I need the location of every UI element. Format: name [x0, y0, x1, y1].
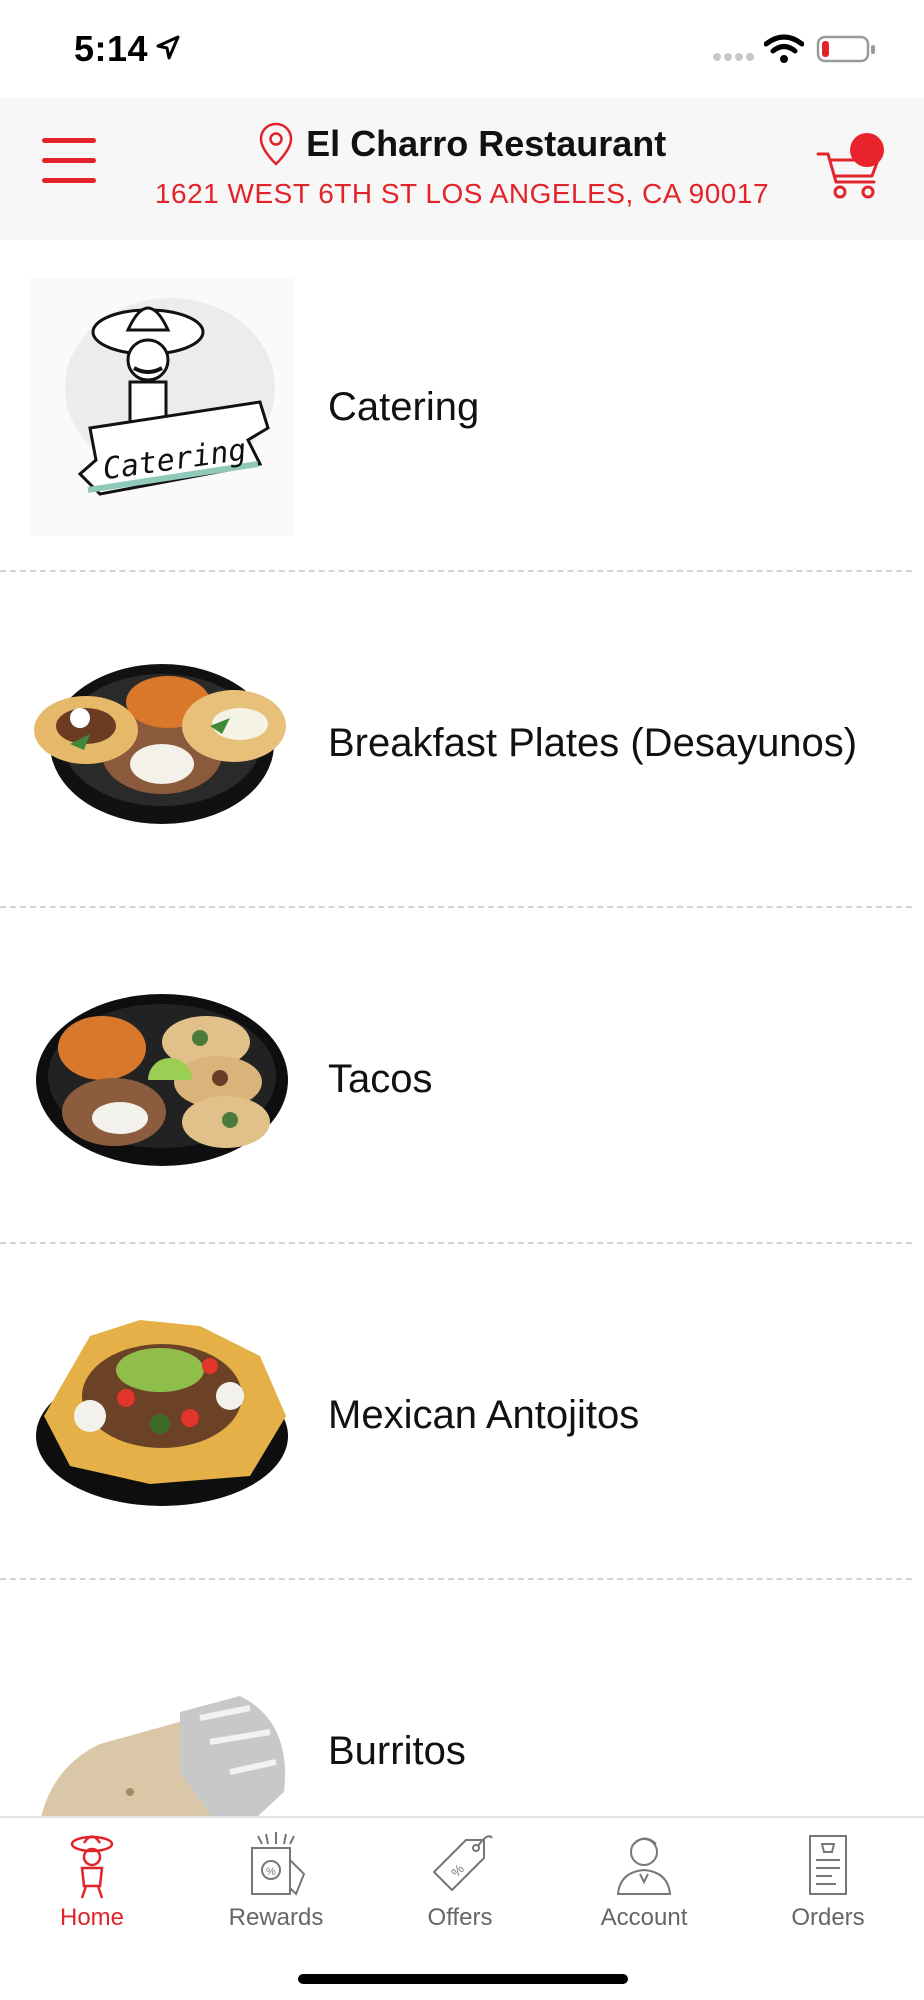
tab-home[interactable]: Home: [0, 1830, 184, 1940]
tab-rewards[interactable]: % Rewards: [184, 1830, 368, 1940]
restaurant-title-row[interactable]: El Charro Restaurant: [0, 122, 924, 166]
tab-orders[interactable]: Orders: [736, 1830, 920, 1940]
category-label: Catering: [328, 385, 480, 429]
list-divider: [0, 570, 912, 572]
tacos-plate-photo: [36, 994, 288, 1166]
shopping-cart-icon[interactable]: [816, 132, 888, 204]
price-tag-icon: %: [433, 1835, 493, 1891]
tab-label: Offers: [427, 1904, 493, 1931]
burrito-photo: [41, 1696, 285, 1816]
restaurant-address: 1621 WEST 6TH ST LOS ANGELES, CA 90017: [154, 178, 770, 209]
tab-account[interactable]: Account: [552, 1830, 736, 1940]
battery-icon: [816, 35, 875, 63]
category-label: Breakfast Plates (Desayunos): [328, 721, 858, 765]
status-time: 5:14: [74, 28, 149, 69]
home-indicator: [298, 1974, 628, 1984]
category-breakfast-plates[interactable]: Breakfast Plates (Desayunos): [0, 576, 924, 911]
category-mexican-antojitos[interactable]: Mexican Antojitos: [0, 1248, 924, 1583]
list-divider: [0, 1242, 912, 1244]
category-tacos[interactable]: Tacos: [0, 912, 924, 1247]
app-header: El Charro Restaurant 1621 WEST 6TH ST LO…: [0, 98, 924, 240]
cart-badge: [850, 133, 884, 167]
category-label: Mexican Antojitos: [328, 1393, 640, 1437]
bottom-tab-bar: Home % Rewards % Offers Account Orders: [0, 1816, 924, 2000]
wifi-icon: [764, 34, 804, 63]
tab-label: Account: [600, 1904, 688, 1931]
list-divider: [0, 1578, 912, 1580]
svg-text:%: %: [266, 1866, 276, 1878]
location-arrow-icon: [156, 35, 180, 60]
cellular-signal-icon: [713, 53, 754, 61]
tab-label: Home: [59, 1904, 125, 1931]
receipt-icon: [809, 1835, 847, 1895]
category-label: Tacos: [328, 1057, 433, 1101]
category-list: Catering Catering Breakfast Plates (Desa…: [0, 240, 924, 1816]
restaurant-name: El Charro Restaurant: [306, 123, 667, 164]
category-burritos[interactable]: Burritos: [0, 1584, 924, 1816]
category-catering[interactable]: Catering Catering: [0, 240, 924, 575]
tab-label: Orders: [791, 1904, 865, 1931]
location-pin-icon: [259, 122, 292, 166]
mascot-icon: [70, 1835, 114, 1899]
tab-offers[interactable]: % Offers: [368, 1830, 552, 1940]
status-bar: 5:14: [0, 0, 924, 98]
rewards-icon: %: [251, 1832, 306, 1896]
catering-illustration: Catering: [30, 278, 294, 536]
breakfast-plate-photo: [34, 664, 286, 824]
nachos-plate-photo: [36, 1320, 288, 1506]
tab-label: Rewards: [228, 1904, 324, 1931]
category-label: Burritos: [328, 1729, 466, 1773]
user-icon: [616, 1837, 672, 1895]
list-divider: [0, 906, 912, 908]
